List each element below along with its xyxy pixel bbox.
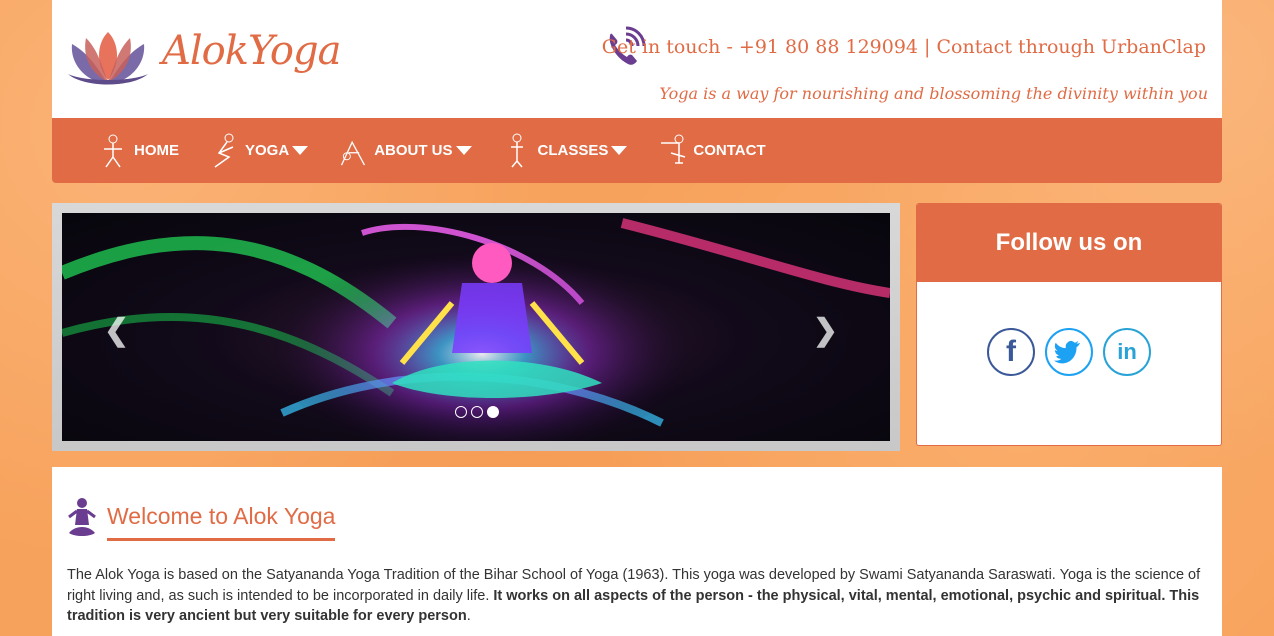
yoga-pose-about-icon — [341, 140, 366, 165]
nav-item-label: CLASSES — [537, 142, 609, 159]
yoga-pose-contact-icon — [661, 134, 686, 164]
nav-item-label: ABOUT US — [374, 142, 453, 159]
tagline: Yoga is a way for nourishing and blossom… — [659, 84, 1208, 103]
follow-us-panel: Follow us on f in — [916, 203, 1222, 446]
carousel-indicators — [455, 406, 499, 418]
nav-item-label: CONTACT — [693, 142, 766, 159]
welcome-heading: Welcome to Alok Yoga — [67, 497, 1206, 541]
linkedin-icon[interactable]: in — [1103, 328, 1151, 376]
welcome-section: Welcome to Alok Yoga The Alok Yoga is ba… — [52, 467, 1222, 636]
site-logo-text[interactable]: AlokYoga — [162, 28, 341, 74]
nav-item-label: HOME — [134, 142, 179, 159]
yoga-pose-yoga-icon — [214, 133, 234, 168]
welcome-title: Welcome to Alok Yoga — [107, 503, 336, 541]
nav-item-about-us[interactable]: ABOUT US — [338, 118, 472, 183]
hero-carousel[interactable]: ❮ ❯ — [52, 203, 900, 451]
nav-item-classes[interactable]: CLASSES — [502, 118, 628, 183]
yoga-pose-classes-icon — [510, 133, 523, 167]
twitter-icon[interactable] — [1045, 328, 1093, 376]
lotus-logo-icon[interactable] — [66, 30, 150, 90]
social-links: f in — [917, 328, 1221, 376]
chevron-down-icon — [611, 146, 628, 155]
chevron-down-icon — [292, 146, 309, 155]
carousel-slide-image: ❮ ❯ — [62, 213, 890, 441]
nav-item-label: YOGA — [245, 142, 290, 159]
carousel-dot-1[interactable] — [455, 406, 467, 418]
site-header: AlokYoga Get in touch - +91 80 88 129094… — [52, 0, 1222, 118]
page-container: AlokYoga Get in touch - +91 80 88 129094… — [52, 0, 1222, 636]
carousel-next-button[interactable]: ❯ — [813, 313, 838, 348]
intro-paragraph: The Alok Yoga is based on the Satyananda… — [67, 565, 1206, 627]
yoga-pose-home-icon — [104, 134, 122, 167]
intro-end-text: . — [466, 608, 471, 624]
nav-item-yoga[interactable]: YOGA — [209, 118, 309, 183]
nav-item-contact[interactable]: CONTACT — [657, 118, 766, 183]
carousel-prev-button[interactable]: ❮ — [104, 313, 129, 348]
nav-item-home[interactable]: HOME — [98, 118, 179, 183]
chevron-down-icon — [455, 146, 472, 155]
main-nav: HOME YOGA ABOUT US CLASSES CONTACT — [52, 118, 1222, 183]
facebook-icon[interactable]: f — [987, 328, 1035, 376]
follow-us-title: Follow us on — [917, 204, 1221, 282]
carousel-dot-3[interactable] — [487, 406, 499, 418]
twitter-bird-icon — [1054, 340, 1081, 364]
carousel-dot-2[interactable] — [471, 406, 483, 418]
contact-line[interactable]: Get in touch - +91 80 88 129094 | Contac… — [602, 36, 1206, 58]
meditation-pose-icon — [68, 498, 96, 536]
